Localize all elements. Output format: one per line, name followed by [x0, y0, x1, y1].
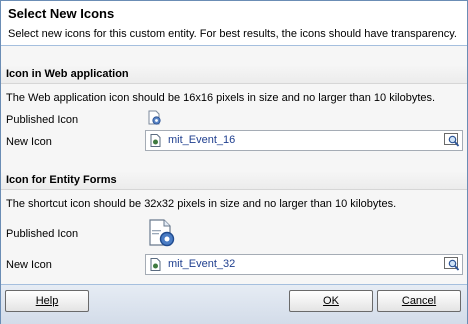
help-button[interactable]: Help	[5, 290, 89, 312]
web-new-icon-lookup[interactable]: mit_Event_16	[145, 130, 463, 151]
select-new-icons-dialog: Select New Icons Select new icons for th…	[0, 0, 468, 324]
dialog-footer: Help OK Cancel	[1, 284, 467, 324]
dialog-header: Select New Icons Select new icons for th…	[1, 1, 467, 46]
web-section-description: The Web application icon should be 16x16…	[6, 92, 436, 104]
dialog-body: Icon in Web application The Web applicat…	[1, 46, 467, 284]
gear-document-large-icon	[147, 218, 177, 251]
forms-section-title-text: Icon for Entity Forms	[6, 174, 117, 186]
web-published-icon-label: Published Icon	[6, 114, 79, 126]
web-resource-file-icon	[150, 258, 161, 271]
lookup-search-icon[interactable]	[444, 132, 460, 148]
forms-new-icon-label: New Icon	[6, 259, 52, 271]
web-section-title: Icon in Web application	[1, 65, 467, 84]
web-new-icon-label: New Icon	[6, 136, 52, 148]
cancel-button[interactable]: Cancel	[377, 290, 461, 312]
forms-published-icon-label: Published Icon	[6, 228, 79, 240]
lookup-search-icon[interactable]	[444, 256, 460, 272]
web-resource-file-icon	[150, 134, 161, 147]
forms-section-description: The shortcut icon should be 32x32 pixels…	[6, 198, 397, 210]
forms-new-icon-value[interactable]: mit_Event_32	[168, 258, 235, 270]
gear-document-icon	[147, 110, 163, 129]
forms-section-title: Icon for Entity Forms	[1, 171, 467, 190]
forms-new-icon-lookup[interactable]: mit_Event_32	[145, 254, 463, 275]
dialog-description: Select new icons for this custom entity.…	[8, 28, 457, 40]
ok-button[interactable]: OK	[289, 290, 373, 312]
dialog-title: Select New Icons	[8, 6, 115, 21]
web-section-title-text: Icon in Web application	[6, 68, 129, 80]
web-new-icon-value[interactable]: mit_Event_16	[168, 134, 235, 146]
